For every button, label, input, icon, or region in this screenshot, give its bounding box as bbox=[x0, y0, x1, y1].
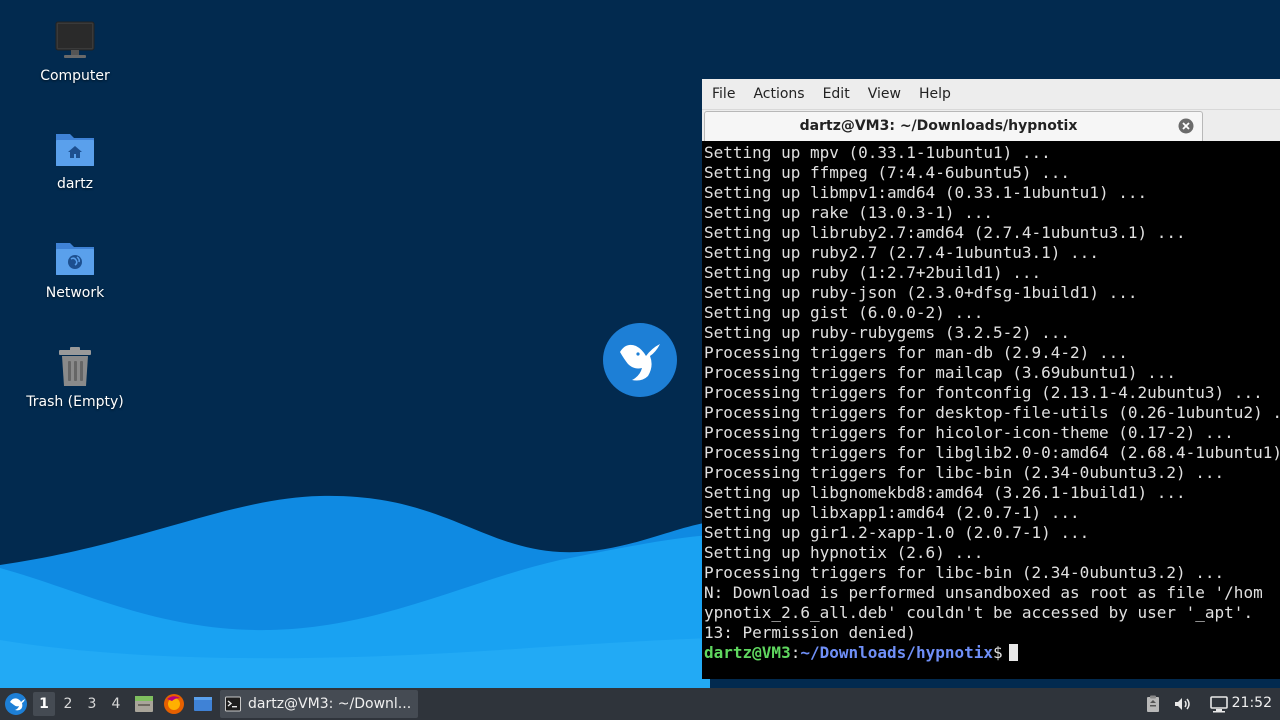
terminal-tab-title: dartz@VM3: ~/Downloads/hypnotix bbox=[799, 118, 1078, 134]
menu-file[interactable]: File bbox=[705, 83, 742, 105]
terminal-menubar: File Actions Edit View Help bbox=[702, 79, 1280, 110]
terminal-line: Setting up libmpv1:amd64 (0.33.1-1ubuntu… bbox=[704, 183, 1148, 202]
terminal-line: Setting up gir1.2-xapp-1.0 (2.0.7-1) ... bbox=[704, 523, 1090, 542]
terminal-line: Processing triggers for desktop-file-uti… bbox=[704, 403, 1280, 422]
terminal-icon bbox=[225, 696, 241, 712]
prompt-user-host: dartz@VM3 bbox=[704, 643, 791, 662]
desktop-icon-label: Network bbox=[45, 285, 105, 301]
terminal-line: Processing triggers for man-db (2.9.4-2)… bbox=[704, 343, 1128, 362]
workspace-1[interactable]: 1 bbox=[33, 692, 55, 716]
clipboard-icon[interactable] bbox=[1143, 694, 1163, 714]
menu-help[interactable]: Help bbox=[912, 83, 958, 105]
clock[interactable]: 21:52 bbox=[1232, 695, 1272, 711]
terminal-line: Setting up libxapp1:amd64 (2.0.7-1) ... bbox=[704, 503, 1080, 522]
desktop-icon-label: Computer bbox=[40, 68, 110, 84]
terminal-line: Setting up libgnomekbd8:amd64 (3.26.1-1b… bbox=[704, 483, 1186, 502]
file-manager-icon[interactable] bbox=[133, 693, 155, 715]
terminal-line: Setting up ffmpeg (7:4.4-6ubuntu5) ... bbox=[704, 163, 1071, 182]
network-icon[interactable] bbox=[1209, 694, 1229, 714]
network-folder-icon bbox=[53, 237, 97, 281]
desktop-icon-trash[interactable]: Trash (Empty) bbox=[20, 346, 130, 410]
terminal-line: Setting up rake (13.0.3-1) ... bbox=[704, 203, 993, 222]
start-menu-button[interactable] bbox=[4, 692, 28, 716]
prompt-separator: : bbox=[790, 643, 801, 662]
workspace-3[interactable]: 3 bbox=[81, 692, 103, 716]
terminal-line: Processing triggers for hicolor-icon-the… bbox=[704, 423, 1234, 442]
terminal-window[interactable]: File Actions Edit View Help dartz@VM3: ~… bbox=[702, 79, 1280, 679]
desktop-icon-computer[interactable]: Computer bbox=[20, 20, 130, 84]
desktop-icon-label: Trash (Empty) bbox=[26, 394, 124, 410]
terminal-line: Setting up ruby-rubygems (3.2.5-2) ... bbox=[704, 323, 1071, 342]
workspace-2[interactable]: 2 bbox=[57, 692, 79, 716]
terminal-line: N: Download is performed unsandboxed as … bbox=[704, 583, 1263, 602]
hummingbird-logo bbox=[602, 322, 678, 398]
terminal-line: Processing triggers for libglib2.0-0:amd… bbox=[704, 443, 1280, 462]
terminal-line: Setting up ruby-json (2.3.0+dfsg-1build1… bbox=[704, 283, 1138, 302]
start-menu-icon bbox=[5, 693, 27, 715]
taskbar-task-label: dartz@VM3: ~/Downl... bbox=[248, 696, 412, 712]
terminal-line: Setting up ruby2.7 (2.7.4-1ubuntu3.1) ..… bbox=[704, 243, 1099, 262]
terminal-tab[interactable]: dartz@VM3: ~/Downloads/hypnotix bbox=[704, 111, 1203, 141]
terminal-line: ypnotix_2.6_all.deb' couldn't be accesse… bbox=[704, 603, 1254, 622]
terminal-line: Setting up libruby2.7:amd64 (2.7.4-1ubun… bbox=[704, 223, 1186, 242]
volume-icon[interactable] bbox=[1172, 694, 1192, 714]
taskbar-task-terminal[interactable]: dartz@VM3: ~/Downl... bbox=[220, 690, 418, 718]
terminal-line: Processing triggers for mailcap (3.69ubu… bbox=[704, 363, 1177, 382]
show-desktop-icon[interactable] bbox=[192, 693, 214, 715]
close-tab-icon[interactable] bbox=[1178, 118, 1194, 134]
home-folder-icon bbox=[53, 128, 97, 172]
terminal-line: Setting up ruby (1:2.7+2build1) ... bbox=[704, 263, 1042, 282]
terminal-line: Setting up hypnotix (2.6) ... bbox=[704, 543, 984, 562]
terminal-output[interactable]: Setting up mpv (0.33.1-1ubuntu1) ... Sett… bbox=[702, 141, 1280, 679]
terminal-tabbar: dartz@VM3: ~/Downloads/hypnotix bbox=[702, 110, 1280, 142]
menu-edit[interactable]: Edit bbox=[816, 83, 857, 105]
desktop: Computer dartz Network Trash (Empty) Fil… bbox=[0, 0, 1280, 688]
terminal-line: Processing triggers for libc-bin (2.34-0… bbox=[704, 563, 1225, 582]
terminal-cursor bbox=[1008, 644, 1018, 661]
prompt-sign: $ bbox=[993, 643, 1003, 662]
terminal-line: Processing triggers for fontconfig (2.13… bbox=[704, 383, 1263, 402]
terminal-line: Setting up mpv (0.33.1-1ubuntu1) ... bbox=[704, 143, 1051, 162]
desktop-icon-label: dartz bbox=[56, 176, 94, 192]
desktop-icon-network[interactable]: Network bbox=[20, 237, 130, 301]
prompt-path: ~/Downloads/hypnotix bbox=[800, 643, 993, 662]
taskbar: 1 2 3 4 dartz@VM3: ~/Downl... 21:52 bbox=[0, 688, 1280, 720]
desktop-icon-home[interactable]: dartz bbox=[20, 128, 130, 192]
firefox-icon[interactable] bbox=[163, 693, 185, 715]
terminal-line: 13: Permission denied) bbox=[704, 623, 916, 642]
workspace-4[interactable]: 4 bbox=[105, 692, 127, 716]
menu-actions[interactable]: Actions bbox=[746, 83, 811, 105]
terminal-line: Processing triggers for libc-bin (2.34-0… bbox=[704, 463, 1225, 482]
trash-icon bbox=[53, 346, 97, 390]
menu-view[interactable]: View bbox=[861, 83, 908, 105]
terminal-prompt-line: dartz@VM3:~/Downloads/hypnotix$ bbox=[704, 643, 1280, 663]
terminal-lines: Setting up mpv (0.33.1-1ubuntu1) ... Sett… bbox=[704, 143, 1280, 643]
computer-icon bbox=[53, 20, 97, 64]
terminal-line: Setting up gist (6.0.0-2) ... bbox=[704, 303, 984, 322]
